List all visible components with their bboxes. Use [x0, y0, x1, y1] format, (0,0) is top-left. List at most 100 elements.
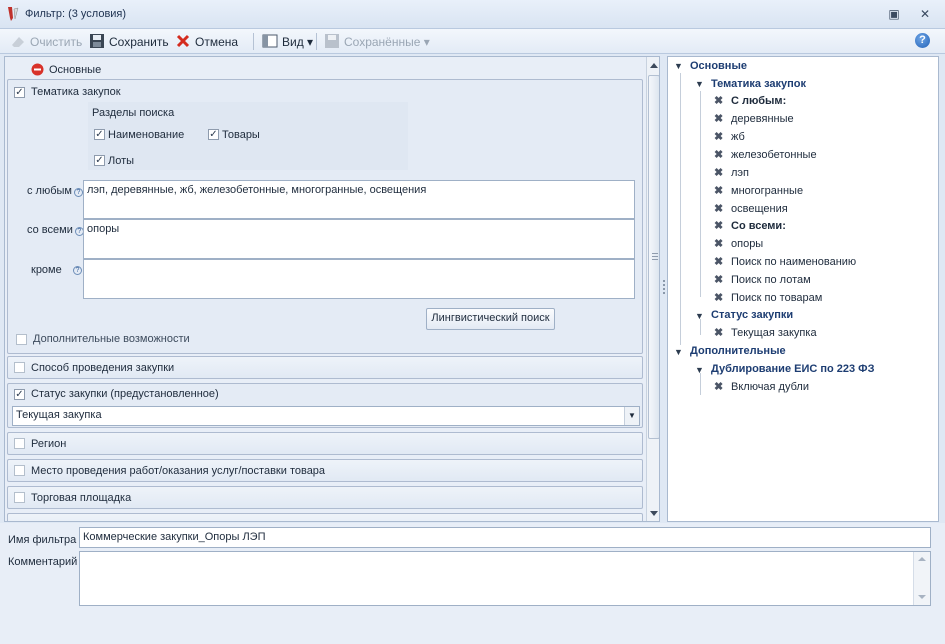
- topics-checkbox[interactable]: ✓: [14, 87, 25, 98]
- expand-main-icon[interactable]: ▼: [674, 61, 683, 71]
- remove-icon[interactable]: ✖: [714, 382, 724, 393]
- platform-label: Торговая площадка: [31, 492, 132, 504]
- save-label: Сохранить: [109, 35, 169, 49]
- except-words-label: кроме: [31, 264, 62, 276]
- any-words-input[interactable]: лэп, деревянные, жб, железобетонные, мно…: [83, 180, 635, 219]
- saved-dropdown[interactable]: Сохранённые ▾: [324, 33, 430, 50]
- remove-icon[interactable]: ✖: [714, 132, 724, 143]
- saved-label: Сохранённые: [344, 35, 421, 49]
- view-chevron-icon: ▾: [303, 35, 314, 49]
- status-checkbox[interactable]: ✓: [14, 389, 25, 400]
- tree-search-option: Поиск по товарам: [731, 292, 823, 304]
- comment-scrollbar[interactable]: [913, 552, 930, 605]
- comment-textarea[interactable]: [79, 551, 931, 606]
- scroll-up-icon[interactable]: [650, 63, 658, 68]
- cancel-button[interactable]: Отмена: [175, 33, 238, 50]
- topics-group: ✓ Тематика закупок Разделы поиска ✓ Наим…: [7, 79, 643, 354]
- scroll-thumb[interactable]: [648, 75, 659, 439]
- expand-dup-icon[interactable]: ▼: [695, 365, 704, 375]
- tree-guide: [700, 91, 701, 297]
- remove-icon[interactable]: ✖: [714, 96, 724, 107]
- region-row[interactable]: Регион: [7, 432, 643, 455]
- except-words-input[interactable]: [83, 259, 635, 299]
- collapse-icon: [31, 63, 44, 76]
- close-icon[interactable]: ✕: [917, 6, 933, 22]
- view-dropdown[interactable]: Вид ▾: [262, 33, 313, 50]
- save-button[interactable]: Сохранить: [89, 33, 169, 50]
- linguistic-search-button[interactable]: Лингвистический поиск: [426, 308, 555, 330]
- tree-status[interactable]: Статус закупки: [711, 309, 793, 321]
- tree-any: С любым:: [731, 95, 787, 107]
- tree-guide: [680, 73, 681, 345]
- remove-icon[interactable]: ✖: [714, 186, 724, 197]
- title-bar: Фильтр: (3 условия) ▣ ✕: [0, 0, 945, 29]
- remove-icon[interactable]: ✖: [714, 275, 724, 286]
- any-words-label: с любым?: [27, 185, 83, 197]
- comment-label: Комментарий: [8, 556, 78, 568]
- status-select-value: Текущая закупка: [16, 409, 102, 421]
- remove-icon[interactable]: ✖: [714, 328, 724, 339]
- remove-icon[interactable]: ✖: [714, 221, 724, 232]
- region-label: Регион: [31, 438, 67, 450]
- search-goods-checkbox[interactable]: ✓: [208, 129, 219, 140]
- remove-icon[interactable]: ✖: [714, 293, 724, 304]
- tree-word: железобетонные: [731, 149, 817, 161]
- method-checkbox[interactable]: [14, 362, 25, 373]
- status-select[interactable]: Текущая закупка ▼: [12, 406, 640, 426]
- tree-extra[interactable]: Дополнительные: [690, 345, 786, 357]
- section-main-label: Основные: [49, 64, 102, 76]
- cancel-x-icon: [176, 34, 190, 48]
- tree-dup-value: Включая дубли: [731, 381, 809, 393]
- clear-button[interactable]: Очистить: [10, 33, 82, 50]
- remove-icon[interactable]: ✖: [714, 150, 724, 161]
- status-group: ✓ Статус закупки (предустановленное) Тек…: [7, 383, 643, 428]
- remove-icon[interactable]: ✖: [714, 257, 724, 268]
- tree-dup[interactable]: Дублирование ЕИС по 223 ФЗ: [711, 363, 874, 375]
- extra-options-checkbox[interactable]: [16, 334, 27, 345]
- remove-icon[interactable]: ✖: [714, 114, 724, 125]
- tree-guide: [700, 373, 701, 395]
- extra-options-label: Дополнительные возможности: [33, 333, 190, 345]
- toolbar-separator: [316, 33, 317, 50]
- next-row-partial[interactable]: [7, 513, 643, 521]
- filter-conditions-panel: Основные ✓ Тематика закупок Разделы поис…: [4, 56, 660, 522]
- tree-word: освещения: [731, 203, 788, 215]
- search-name-checkbox[interactable]: ✓: [94, 129, 105, 140]
- remove-icon[interactable]: ✖: [714, 168, 724, 179]
- any-help-icon[interactable]: ?: [74, 188, 83, 197]
- platform-row[interactable]: Торговая площадка: [7, 486, 643, 509]
- platform-checkbox[interactable]: [14, 492, 25, 503]
- pane-splitter[interactable]: [662, 56, 666, 522]
- scroll-down-icon[interactable]: [918, 595, 926, 599]
- filter-name-input[interactable]: Коммерческие закупки_Опоры ЛЭП: [79, 527, 931, 548]
- left-scrollbar[interactable]: [646, 57, 659, 521]
- expand-topics-icon[interactable]: ▼: [695, 79, 704, 89]
- scroll-up-icon[interactable]: [918, 557, 926, 561]
- help-icon[interactable]: ?: [915, 33, 930, 48]
- tree-topics[interactable]: Тематика закупок: [711, 78, 806, 90]
- tree-word: лэп: [731, 167, 749, 179]
- search-lots-checkbox[interactable]: ✓: [94, 155, 105, 166]
- search-goods-label: Товары: [222, 129, 260, 141]
- method-row[interactable]: Способ проведения закупки: [7, 356, 643, 379]
- region-checkbox[interactable]: [14, 438, 25, 449]
- method-label: Способ проведения закупки: [31, 362, 175, 374]
- filter-meta-panel: Имя фильтра Коммерческие закупки_Опоры Л…: [0, 523, 945, 644]
- search-sections-box: Разделы поиска ✓ Наименование ✓ Товары ✓…: [88, 102, 408, 170]
- except-help-icon[interactable]: ?: [73, 266, 82, 275]
- scroll-down-icon[interactable]: [650, 511, 658, 516]
- expand-status-icon[interactable]: ▼: [695, 311, 704, 321]
- all-words-input[interactable]: опоры: [83, 219, 635, 259]
- place-row[interactable]: Место проведения работ/оказания услуг/по…: [7, 459, 643, 482]
- toolbar-separator: [253, 33, 254, 50]
- saved-chevron-icon: ▾: [420, 35, 430, 49]
- tree-main[interactable]: Основные: [690, 60, 747, 72]
- tree-word: многогранные: [731, 185, 804, 197]
- remove-icon[interactable]: ✖: [714, 204, 724, 215]
- dropdown-arrow-icon[interactable]: ▼: [624, 407, 639, 425]
- tree-search-option: Поиск по наименованию: [731, 256, 857, 268]
- expand-extra-icon[interactable]: ▼: [674, 347, 683, 357]
- remove-icon[interactable]: ✖: [714, 239, 724, 250]
- restore-icon[interactable]: ▣: [886, 6, 902, 22]
- place-checkbox[interactable]: [14, 465, 25, 476]
